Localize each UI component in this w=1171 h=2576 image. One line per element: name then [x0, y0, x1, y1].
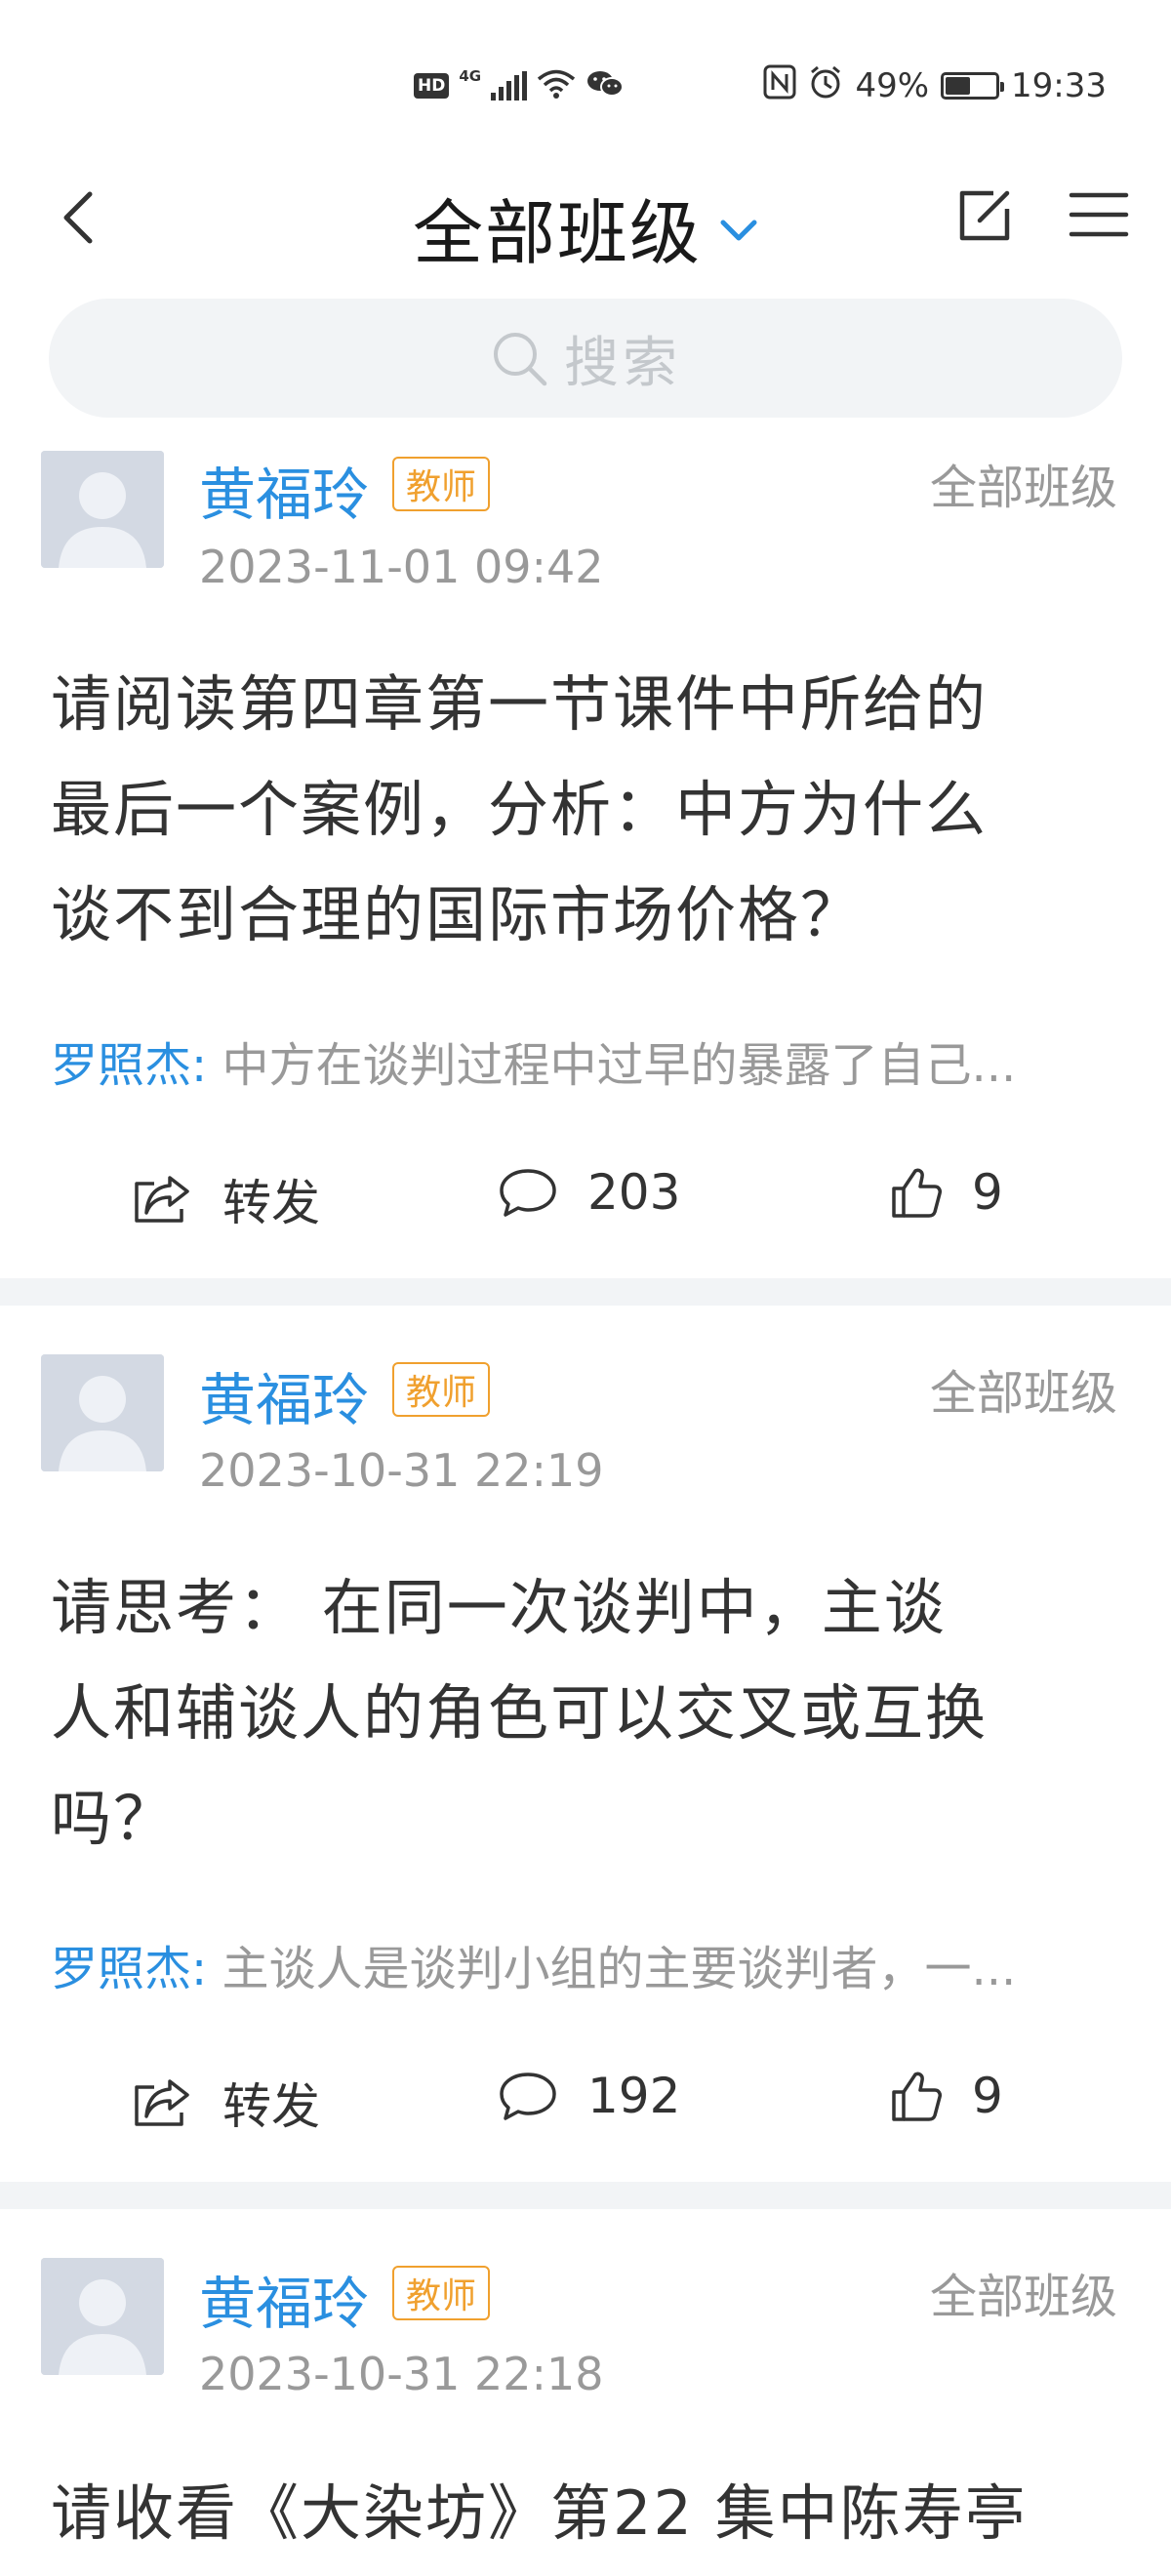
comment-icon [500, 1169, 556, 1217]
like-button[interactable]: 9 [890, 1164, 1003, 1221]
signal-icon [491, 71, 528, 101]
reply-text: 中方在谈判过程中过早的暴露了自己... [207, 1038, 1017, 1093]
post-content[interactable]: 请思考： 在同一次谈判中，主谈 人和辅谈人的角色可以交叉或互换 吗？ [51, 1555, 1105, 1872]
latest-reply[interactable]: 罗照杰: 中方在谈判过程中过早的暴露了自己... [51, 1026, 1105, 1095]
hd-icon: HD [414, 73, 450, 99]
post-scope: 全部班级 [929, 461, 1117, 515]
status-bar: HD 4G 49% 19:33 [0, 0, 1171, 166]
role-badge: 教师 [392, 2266, 490, 2320]
menu-button[interactable] [1068, 187, 1130, 242]
post-time: 2023-10-31 22:18 [199, 2348, 604, 2400]
reply-text: 主谈人是谈判小组的主要谈判者，一... [207, 1942, 1017, 1996]
post-actions: 转发 192 9 [0, 2068, 1171, 2146]
chevron-down-icon [719, 211, 758, 244]
comment-button[interactable]: 192 [498, 2068, 680, 2124]
avatar[interactable] [41, 1354, 164, 1471]
search-icon [490, 329, 548, 387]
share-icon [135, 1176, 189, 1223]
post-actions: 转发 203 9 [0, 1164, 1171, 1242]
status-right-icons: 49% 19:33 [763, 64, 1107, 107]
thumbs-up-icon [892, 2072, 942, 2121]
post-time: 2023-10-31 22:19 [199, 1444, 604, 1497]
wechat-icon [586, 68, 625, 103]
post-content[interactable]: 请阅读第四章第一节课件中所给的 最后一个案例，分析：中方为什么 谈不到合理的国际… [51, 652, 1105, 968]
divider [0, 1278, 1171, 1306]
content-line: 谈不到合理的国际市场价格？ [51, 879, 864, 950]
content-line: 请收看《大染坊》第22 集中陈寿亭 [51, 2477, 1028, 2549]
search-input[interactable]: 搜索 [49, 299, 1122, 418]
latest-reply[interactable]: 罗照杰: 主谈人是谈判小组的主要谈判者，一... [51, 1930, 1105, 1998]
post-author[interactable]: 黄福玲 [199, 449, 369, 531]
share-label: 转发 [222, 2078, 320, 2135]
battery-fill [946, 77, 971, 95]
status-time: 19:33 [1011, 66, 1107, 105]
post-content[interactable]: 请收看《大染坊》第22 集中陈寿亭 [51, 2461, 1105, 2566]
role-badge: 教师 [392, 457, 490, 511]
reply-author: 罗照杰: [51, 1038, 208, 1093]
menu-icon [1069, 192, 1129, 237]
network-type: 4G [459, 67, 482, 85]
post-author[interactable]: 黄福玲 [199, 1354, 369, 1436]
comment-icon [500, 2073, 556, 2120]
comment-button[interactable]: 203 [498, 1164, 680, 1221]
post-card[interactable]: 黄福玲 教师 全部班级 2023-10-31 22:18 请收看《大染坊》第22… [0, 2209, 1171, 2576]
share-button[interactable]: 转发 [131, 1164, 320, 1234]
content-line: 最后一个案例，分析：中方为什么 [51, 774, 989, 845]
avatar[interactable] [41, 2258, 164, 2375]
post-author[interactable]: 黄福玲 [199, 2258, 369, 2340]
status-left-icons: HD 4G [414, 64, 625, 107]
thumbs-up-icon [892, 1168, 942, 1218]
reply-author: 罗照杰: [51, 1942, 208, 1996]
comment-count: 203 [587, 1164, 681, 1221]
comment-count: 192 [587, 2068, 681, 2124]
avatar[interactable] [41, 451, 164, 568]
share-icon [135, 2079, 189, 2126]
post-card[interactable]: 黄福玲 教师 全部班级 2023-11-01 09:42 请阅读第四章第一节课件… [0, 425, 1171, 1284]
nfc-icon [763, 64, 796, 108]
nav-header: 全部班级 [0, 166, 1171, 274]
post-time: 2023-11-01 09:42 [199, 541, 604, 593]
like-button[interactable]: 9 [890, 2068, 1003, 2124]
role-badge: 教师 [392, 1362, 490, 1417]
content-line: 请思考： 在同一次谈判中，主谈 [51, 1572, 947, 1643]
like-count: 9 [972, 1164, 1003, 1221]
like-count: 9 [972, 2068, 1003, 2124]
edit-icon [959, 190, 1010, 241]
page-title: 全部班级 [412, 192, 702, 274]
post-card[interactable]: 黄福玲 教师 全部班级 2023-10-31 22:19 请思考： 在同一次谈判… [0, 1306, 1171, 2184]
battery-percent: 49% [855, 66, 930, 105]
post-scope: 全部班级 [929, 1366, 1117, 1421]
battery-icon [941, 72, 1005, 100]
content-line: 吗？ [51, 1783, 177, 1854]
share-button[interactable]: 转发 [131, 2068, 320, 2138]
post-scope: 全部班级 [929, 2270, 1117, 2324]
compose-button[interactable] [954, 185, 1015, 246]
share-label: 转发 [222, 1175, 320, 1231]
search-placeholder: 搜索 [564, 331, 681, 395]
divider [0, 2182, 1171, 2209]
content-line: 请阅读第四章第一节课件中所给的 [51, 668, 989, 740]
alarm-icon [808, 64, 843, 108]
content-line: 人和辅谈人的角色可以交叉或互换 [51, 1677, 989, 1749]
wifi-icon [537, 68, 576, 103]
